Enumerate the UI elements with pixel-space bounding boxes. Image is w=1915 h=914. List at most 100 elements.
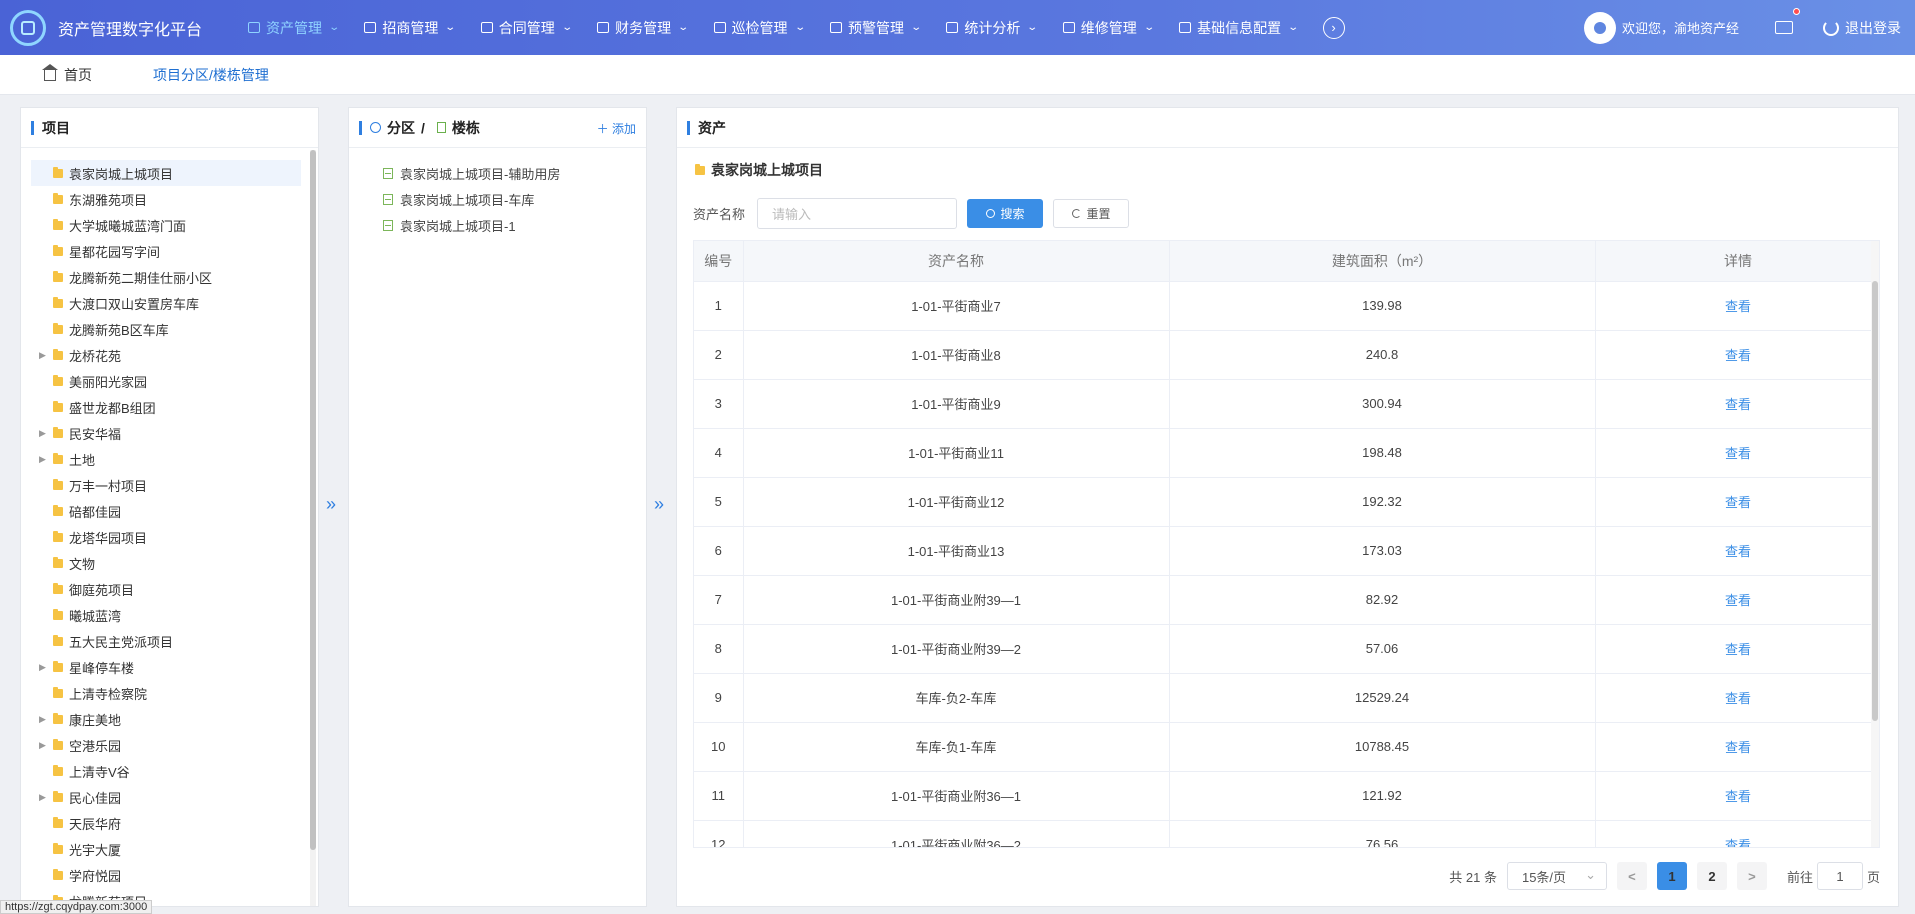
collapse-projects-icon[interactable]: » bbox=[326, 494, 336, 515]
expand-caret-icon[interactable]: ▶ bbox=[39, 350, 53, 361]
page-size-select[interactable]: 15条/页 bbox=[1506, 862, 1607, 890]
view-detail-link[interactable]: 查看 bbox=[1595, 379, 1879, 429]
collapse-zones-icon[interactable]: » bbox=[654, 494, 664, 515]
next-page-button[interactable]: > bbox=[1736, 862, 1767, 890]
tree-item[interactable]: ▶ 民安华福 bbox=[31, 420, 301, 446]
tree-item[interactable]: 文物 bbox=[31, 550, 301, 576]
reset-button[interactable]: 重置 bbox=[1053, 199, 1130, 228]
menu-item-8[interactable]: 基础信息配置 ⌄ bbox=[1166, 0, 1310, 55]
view-detail-link[interactable]: 查看 bbox=[1595, 428, 1879, 478]
search-button[interactable]: 搜索 bbox=[967, 199, 1044, 228]
tree-item[interactable]: 御庭苑项目 bbox=[31, 576, 301, 602]
menu-item-7[interactable]: 维修管理 ⌄ bbox=[1050, 0, 1166, 55]
tree-item[interactable]: 龙腾新苑二期佳仕丽小区 bbox=[31, 264, 301, 290]
tree-item[interactable]: 星都花园写字间 bbox=[31, 238, 301, 264]
tree-item[interactable]: ▶ 空港乐园 bbox=[31, 732, 301, 758]
tree-item[interactable]: 盛世龙都B组团 bbox=[31, 394, 301, 420]
brand[interactable]: 资产管理数字化平台 bbox=[0, 9, 235, 46]
building-icon bbox=[383, 219, 393, 231]
tree-item[interactable]: 上清寺检察院 bbox=[31, 680, 301, 706]
folder-icon bbox=[53, 218, 63, 230]
tree-item-label: 龙腾新苑B区车库 bbox=[69, 322, 169, 338]
menu-item-5[interactable]: 预警管理 ⌄ bbox=[817, 0, 933, 55]
car-icon bbox=[713, 22, 726, 33]
zone-item[interactable]: 袁家岗城上城项目-车库 bbox=[383, 186, 560, 212]
logout-button[interactable]: 退出登录 bbox=[1845, 18, 1901, 38]
view-detail-link[interactable]: 查看 bbox=[1595, 820, 1879, 847]
tree-item[interactable]: 光宇大厦 bbox=[31, 836, 301, 862]
expand-caret-icon[interactable]: ▶ bbox=[39, 714, 53, 725]
tree-item[interactable]: ▶ 星峰停车楼 bbox=[31, 654, 301, 680]
tree-item[interactable]: ▶ 土地 bbox=[31, 446, 301, 472]
view-detail-link[interactable]: 查看 bbox=[1595, 673, 1879, 723]
table-body: 1 1-01-平街商业7 139.98 查看 2 1-01-平街商业8 240.8 查看 3 1-… bbox=[694, 281, 1879, 847]
tree-item[interactable]: 五大民主党派项目 bbox=[31, 628, 301, 654]
table-cell: 1-01-平街商业附39—1 bbox=[743, 575, 1170, 625]
tree-item[interactable]: 东湖雅苑项目 bbox=[31, 186, 301, 212]
header-accent-bar bbox=[687, 120, 690, 135]
prev-page-button[interactable]: < bbox=[1616, 862, 1647, 890]
view-detail-link[interactable]: 查看 bbox=[1595, 722, 1879, 772]
tree-item[interactable]: 万丰一村项目 bbox=[31, 472, 301, 498]
menu-item-2[interactable]: 合同管理 ⌄ bbox=[468, 0, 584, 55]
table-cell: 7 bbox=[694, 575, 744, 625]
expand-caret-icon[interactable]: ▶ bbox=[39, 792, 53, 803]
projects-title: 项目 bbox=[42, 119, 70, 136]
tree-item[interactable]: 学府悦园 bbox=[31, 862, 301, 888]
expand-caret-icon[interactable]: ▶ bbox=[39, 454, 53, 465]
project-tree: 袁家岗城上城项目 东湖雅苑项目 大学城曦城蓝湾门面 星都花园写字间 龙腾新苑二期佳仕丽小… bbox=[31, 160, 301, 914]
avatar[interactable] bbox=[1583, 11, 1616, 44]
expand-caret-icon[interactable]: ▶ bbox=[39, 662, 53, 673]
page-button[interactable]: 1 bbox=[1656, 862, 1687, 890]
home-icon bbox=[42, 63, 58, 81]
tree-item[interactable]: ▶ 康庄美地 bbox=[31, 706, 301, 732]
zone-item[interactable]: 袁家岗城上城项目-1 bbox=[383, 212, 560, 238]
view-detail-link[interactable]: 查看 bbox=[1595, 575, 1879, 625]
view-detail-link[interactable]: 查看 bbox=[1595, 281, 1879, 331]
view-detail-link[interactable]: 查看 bbox=[1595, 624, 1879, 674]
tree-item[interactable]: 龙塔华园项目 bbox=[31, 524, 301, 550]
bank-icon bbox=[248, 22, 260, 33]
view-detail-link[interactable]: 查看 bbox=[1595, 771, 1879, 821]
menu-item-1[interactable]: 招商管理 ⌄ bbox=[351, 0, 467, 55]
add-button[interactable]: ＋ 添加 bbox=[597, 120, 636, 137]
page-button[interactable]: 2 bbox=[1696, 862, 1727, 890]
tree-item[interactable]: 袁家岗城上城项目 bbox=[31, 160, 301, 186]
menu-more-icon[interactable]: › bbox=[1322, 16, 1345, 39]
table-cell: 5 bbox=[694, 477, 744, 527]
view-detail-link[interactable]: 查看 bbox=[1595, 477, 1879, 527]
tree-item[interactable]: 龙腾新苑B区车库 bbox=[31, 316, 301, 342]
mail-icon[interactable] bbox=[1775, 8, 1800, 34]
tree-item[interactable]: 美丽阳光家园 bbox=[31, 368, 301, 394]
pagination: 共 21 条 15条/页 < 12 > 前往 1 页 bbox=[1439, 862, 1880, 890]
goto-page-input[interactable]: 1 bbox=[1816, 862, 1863, 890]
tree-item[interactable]: ▶ 龙桥花苑 bbox=[31, 342, 301, 368]
tree-item-label: 土地 bbox=[69, 452, 96, 468]
projects-scrollbar[interactable] bbox=[310, 150, 316, 850]
tab-home[interactable]: 首页 bbox=[42, 55, 92, 95]
menu-item-3[interactable]: 财务管理 ⌄ bbox=[584, 0, 700, 55]
tab-current[interactable]: 项目分区/楼栋管理 bbox=[153, 55, 269, 95]
tree-item[interactable]: 碚都佳园 bbox=[31, 498, 301, 524]
tree-item[interactable]: 大学城曦城蓝湾门面 bbox=[31, 212, 301, 238]
view-detail-link[interactable]: 查看 bbox=[1595, 330, 1879, 380]
power-icon[interactable] bbox=[1823, 19, 1839, 36]
tree-item[interactable]: ▶ 民心佳园 bbox=[31, 784, 301, 810]
table-cell: 2 bbox=[694, 330, 744, 380]
zone-item[interactable]: 袁家岗城上城项目-辅助用房 bbox=[383, 160, 560, 186]
asset-name-input[interactable]: 请输入 bbox=[757, 198, 958, 229]
expand-caret-icon[interactable]: ▶ bbox=[39, 740, 53, 751]
table-scrollbar[interactable] bbox=[1872, 281, 1878, 721]
table-cell: 139.98 bbox=[1169, 281, 1596, 331]
tree-item[interactable]: 天辰华府 bbox=[31, 810, 301, 836]
menu-item-4[interactable]: 巡检管理 ⌄ bbox=[701, 0, 817, 55]
tree-item[interactable]: 大渡口双山安置房车库 bbox=[31, 290, 301, 316]
menu-item-0[interactable]: 资产管理 ⌄ bbox=[235, 0, 351, 55]
view-detail-link[interactable]: 查看 bbox=[1595, 526, 1879, 576]
table-cell: 3 bbox=[694, 379, 744, 429]
menu-item-6[interactable]: 统计分析 ⌄ bbox=[933, 0, 1049, 55]
tree-item-label: 康庄美地 bbox=[69, 712, 122, 728]
tree-item[interactable]: 上清寺V谷 bbox=[31, 758, 301, 784]
tree-item[interactable]: 曦城蓝湾 bbox=[31, 602, 301, 628]
expand-caret-icon[interactable]: ▶ bbox=[39, 428, 53, 439]
